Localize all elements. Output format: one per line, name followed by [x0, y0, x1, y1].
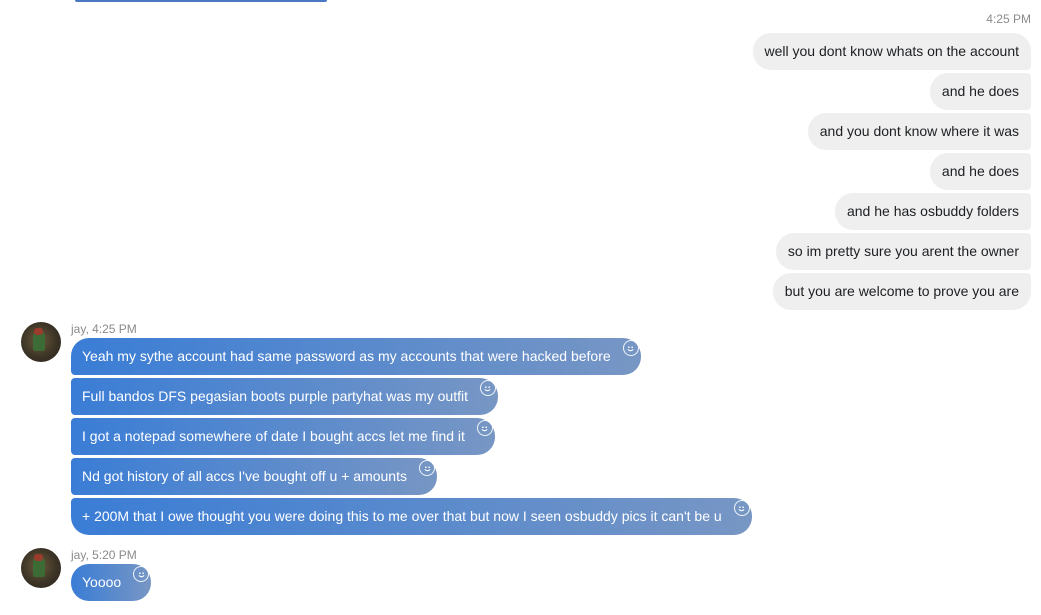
incoming-message[interactable]: I got a notepad somewhere of date I boug… — [71, 418, 495, 455]
incoming-message-group: Yoooo — [71, 564, 152, 601]
sender-timestamp: jay, 4:25 PM — [71, 322, 137, 336]
smiley-reaction-icon[interactable] — [476, 420, 493, 436]
outgoing-message[interactable]: but you are welcome to prove you are — [772, 273, 1031, 310]
message-text: I got a notepad somewhere of date I boug… — [82, 428, 465, 444]
smiley-reaction-icon[interactable] — [733, 500, 750, 516]
avatar[interactable] — [21, 322, 61, 362]
incoming-message[interactable]: Yoooo — [71, 564, 152, 601]
sender-timestamp: jay, 5:20 PM — [71, 548, 137, 562]
outgoing-message[interactable]: so im pretty sure you arent the owner — [775, 233, 1031, 270]
smiley-reaction-icon[interactable] — [419, 460, 435, 476]
message-thread: 4:25 PM well you dont know whats on the … — [0, 0, 1041, 615]
message-text: Yeah my sythe account had same password … — [82, 348, 611, 364]
outgoing-message[interactable]: and he does — [929, 73, 1031, 110]
outgoing-message[interactable]: and he does — [929, 153, 1031, 190]
message-text: Nd got history of all accs I've bought o… — [82, 468, 407, 484]
message-text: + 200M that I owe thought you were doing… — [82, 508, 722, 524]
outgoing-message[interactable]: well you dont know whats on the account — [752, 33, 1031, 70]
smiley-reaction-icon[interactable] — [133, 566, 150, 582]
incoming-message[interactable]: Yeah my sythe account had same password … — [71, 338, 641, 375]
smiley-reaction-icon[interactable] — [622, 340, 639, 356]
outgoing-message[interactable]: and you dont know where it was — [807, 113, 1031, 150]
avatar[interactable] — [21, 548, 61, 588]
incoming-message[interactable]: Nd got history of all accs I've bought o… — [71, 458, 437, 495]
smiley-reaction-icon[interactable] — [479, 380, 496, 396]
incoming-message-group: Yeah my sythe account had same password … — [71, 338, 752, 535]
message-text: Full bandos DFS pegasian boots purple pa… — [82, 388, 468, 404]
outgoing-timestamp: 4:25 PM — [986, 12, 1031, 26]
outgoing-message[interactable]: and he has osbuddy folders — [834, 193, 1031, 230]
message-text: Yoooo — [82, 574, 122, 590]
incoming-message[interactable]: Full bandos DFS pegasian boots purple pa… — [71, 378, 498, 415]
incoming-message[interactable]: + 200M that I owe thought you were doing… — [71, 498, 752, 535]
outgoing-message-group: well you dont know whats on the account … — [752, 33, 1031, 310]
previous-message-edge — [75, 0, 327, 2]
